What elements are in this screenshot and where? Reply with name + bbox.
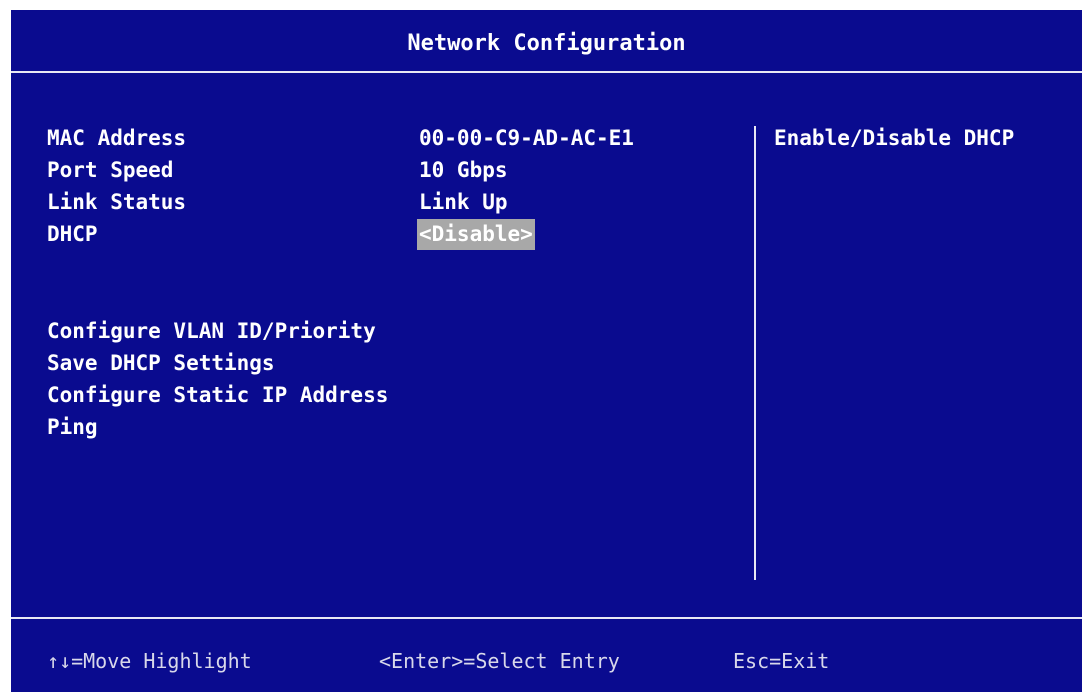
setting-label: DHCP [47,222,98,246]
setting-value: 00-00-C9-AD-AC-E1 [419,126,634,150]
menu-item-ping[interactable]: Ping [47,412,98,443]
setting-label: Link Status [47,190,187,214]
footer-divider [11,617,1082,619]
menu-item-save-dhcp[interactable]: Save DHCP Settings [47,348,275,379]
header-divider [11,71,1082,73]
dhcp-selector[interactable]: <Disable> [417,219,535,250]
setting-value: Link Up [419,190,508,214]
help-text: Enable/Disable DHCP [774,126,1015,150]
setting-value: 10 Gbps [419,158,508,182]
help-divider [754,126,756,580]
menu-item-configure-static-ip[interactable]: Configure Static IP Address [47,380,388,411]
setting-label: Port Speed [47,158,174,182]
bios-screen: Network Configuration MAC Address 00-00-… [11,10,1082,692]
footer-move-hint: ↑↓=Move Highlight [47,649,252,673]
menu-item-configure-vlan[interactable]: Configure VLAN ID/Priority [47,316,376,347]
setting-label: MAC Address [47,126,187,150]
footer-exit-hint: Esc=Exit [733,649,830,673]
page-title: Network Configuration [407,31,686,56]
footer-select-hint: <Enter>=Select Entry [379,649,620,673]
